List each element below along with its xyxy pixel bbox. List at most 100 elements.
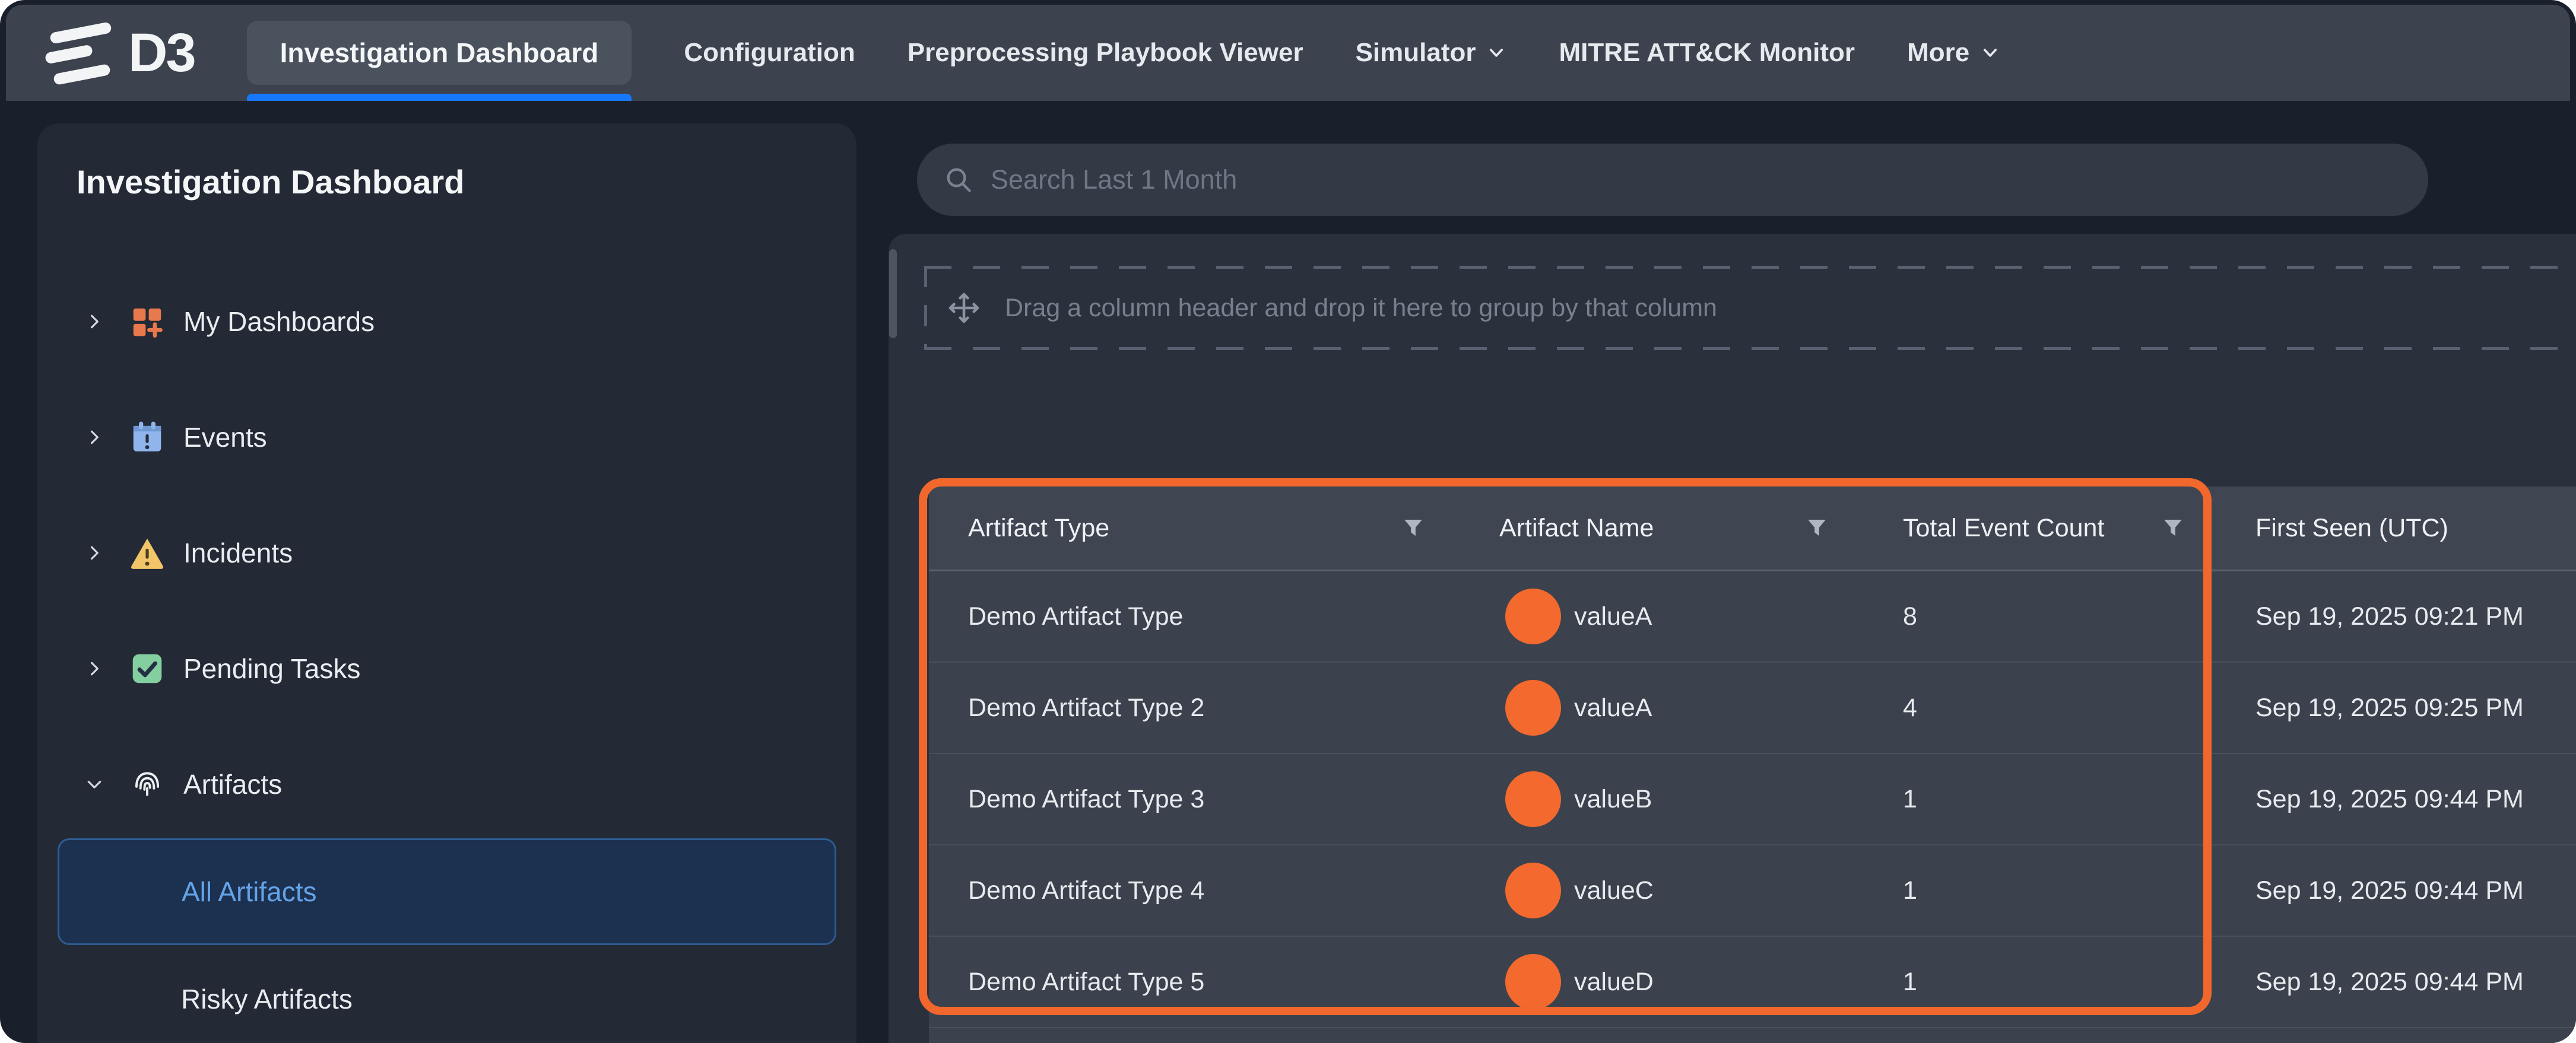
- search-input[interactable]: Search Last 1 Month: [917, 144, 2428, 216]
- filter-icon[interactable]: [1401, 516, 1426, 540]
- sidebar-subitem-label: Risky Artifacts: [181, 983, 353, 1015]
- tab-label: Preprocessing Playbook Viewer: [908, 38, 1303, 68]
- cell-first-seen: Sep 19, 2025 09:44 PM: [2220, 845, 2576, 936]
- tab-label: Investigation Dashboard: [247, 21, 632, 85]
- sidebar-item-label: My Dashboards: [183, 306, 375, 338]
- column-header-artifact-type[interactable]: Artifact Type: [929, 486, 1460, 570]
- chevron-down-icon: [1486, 43, 1506, 63]
- main-content-panel: Drag a column header and drop it here to…: [889, 234, 2576, 1043]
- table-row-partial[interactable]: [929, 1028, 2576, 1043]
- column-header-total-event-count[interactable]: Total Event Count: [1864, 486, 2220, 570]
- table-row[interactable]: Demo Artifact Type 2 valueA 4 Sep 19, 20…: [929, 663, 2576, 754]
- artifact-dot-icon: [1505, 680, 1561, 736]
- sidebar-title: Investigation Dashboard: [77, 163, 464, 201]
- cell-artifact-name: valueA: [1460, 571, 1864, 662]
- artifact-dot-icon: [1505, 771, 1561, 827]
- search-icon: [943, 164, 974, 195]
- tab-preprocessing-playbook-viewer[interactable]: Preprocessing Playbook Viewer: [908, 5, 1303, 101]
- cell-artifact-name: valueC: [1460, 845, 1864, 936]
- d3-logo-stripes-icon: [44, 20, 120, 85]
- cell-artifact-name: valueD: [1460, 937, 1864, 1027]
- cell-artifact-type: Demo Artifact Type 2: [929, 663, 1460, 753]
- table-row[interactable]: Demo Artifact Type 5 valueD 1 Sep 19, 20…: [929, 937, 2576, 1028]
- group-by-drop-zone[interactable]: Drag a column header and drop it here to…: [924, 266, 2576, 350]
- artifact-dot-icon: [1505, 863, 1561, 918]
- cell-artifact-type: Demo Artifact Type: [929, 571, 1460, 662]
- task-check-icon: [129, 650, 166, 687]
- artifact-dot-icon: [1505, 954, 1561, 1010]
- cell-artifact-name: valueB: [1460, 754, 1864, 844]
- sidebar-subitem-label: All Artifacts: [182, 876, 317, 908]
- sidebar-item-incidents[interactable]: Incidents: [37, 523, 856, 583]
- warning-triangle-icon: [129, 535, 166, 571]
- cell-first-seen: Sep 19, 2025 09:25 PM: [2220, 663, 2576, 753]
- sidebar-item-label: Incidents: [183, 537, 293, 569]
- sidebar-item-events[interactable]: Events: [37, 408, 856, 467]
- cell-artifact-type: Demo Artifact Type 4: [929, 845, 1460, 936]
- artifact-name-label: valueB: [1574, 785, 1652, 814]
- cell-artifact-type: Demo Artifact Type 5: [929, 937, 1460, 1027]
- artifact-name-label: valueA: [1574, 694, 1652, 723]
- fingerprint-icon: [129, 766, 166, 803]
- sidebar-item-pending-tasks[interactable]: Pending Tasks: [37, 639, 856, 698]
- chevron-right-icon[interactable]: [84, 311, 105, 332]
- column-header-first-seen[interactable]: First Seen (UTC): [2220, 486, 2576, 570]
- sidebar: Investigation Dashboard My Dashboards E: [37, 123, 856, 1043]
- d3-logo[interactable]: D3: [44, 20, 195, 85]
- chevron-right-icon[interactable]: [84, 542, 105, 564]
- column-header-label: Artifact Name: [1499, 514, 1654, 543]
- chevron-down-icon: [1980, 43, 2000, 63]
- top-navbar: D3 Investigation Dashboard Configuration…: [6, 5, 2570, 101]
- artifact-dot-icon: [1505, 589, 1561, 644]
- cell-artifact-name: valueA: [1460, 663, 1864, 753]
- cell-artifact-name: [1460, 1028, 1864, 1043]
- tab-mitre-attack-monitor[interactable]: MITRE ATT&CK Monitor: [1559, 5, 1855, 101]
- cell-first-seen: [2220, 1028, 2576, 1043]
- chevron-right-icon[interactable]: [84, 427, 105, 448]
- sidebar-subitem-all-artifacts[interactable]: All Artifacts: [58, 838, 836, 945]
- table-row[interactable]: Demo Artifact Type valueA 8 Sep 19, 2025…: [929, 571, 2576, 663]
- group-by-hint-text: Drag a column header and drop it here to…: [1005, 294, 1717, 323]
- move-icon: [947, 291, 981, 325]
- sidebar-item-artifacts[interactable]: Artifacts: [37, 755, 856, 814]
- sidebar-subitem-risky-artifacts[interactable]: Risky Artifacts: [181, 972, 353, 1026]
- cell-total-event-count: 1: [1864, 754, 2220, 844]
- tab-configuration[interactable]: Configuration: [684, 5, 855, 101]
- sidebar-item-label: Artifacts: [183, 768, 282, 800]
- sidebar-item-label: Pending Tasks: [183, 653, 360, 685]
- artifact-name-label: valueD: [1574, 968, 1654, 997]
- cell-total-event-count: 1: [1864, 845, 2220, 936]
- search-placeholder: Search Last 1 Month: [991, 164, 1237, 195]
- column-header-label: Artifact Type: [968, 514, 1109, 543]
- cell-total-event-count: 8: [1864, 571, 2220, 662]
- cell-first-seen: Sep 19, 2025 09:44 PM: [2220, 937, 2576, 1027]
- column-header-artifact-name[interactable]: Artifact Name: [1460, 486, 1864, 570]
- table-row[interactable]: Demo Artifact Type 4 valueC 1 Sep 19, 20…: [929, 845, 2576, 937]
- scrollbar-thumb[interactable]: [889, 249, 897, 338]
- tab-simulator[interactable]: Simulator: [1356, 5, 1507, 101]
- tab-more[interactable]: More: [1907, 5, 2000, 101]
- sidebar-item-my-dashboards[interactable]: My Dashboards: [37, 292, 856, 351]
- active-tab-underline: [247, 94, 632, 101]
- tab-investigation-dashboard[interactable]: Investigation Dashboard: [247, 5, 632, 101]
- dashboards-grid-icon: [129, 303, 166, 340]
- cell-total-event-count: 4: [1864, 663, 2220, 753]
- artifact-name-label: valueA: [1574, 602, 1652, 631]
- tab-label: MITRE ATT&CK Monitor: [1559, 38, 1855, 68]
- d3-logo-text: D3: [128, 26, 195, 80]
- chevron-right-icon[interactable]: [84, 658, 105, 679]
- filter-icon[interactable]: [2161, 516, 2185, 540]
- table-header-row: Artifact Type Artifact Name Total Event …: [929, 486, 2576, 571]
- chevron-down-icon[interactable]: [84, 774, 105, 795]
- cell-first-seen: Sep 19, 2025 09:21 PM: [2220, 571, 2576, 662]
- table-row[interactable]: Demo Artifact Type 3 valueB 1 Sep 19, 20…: [929, 754, 2576, 845]
- tab-label: Simulator: [1356, 38, 1476, 68]
- cell-first-seen: Sep 19, 2025 09:44 PM: [2220, 754, 2576, 844]
- tab-label: More: [1907, 38, 1969, 68]
- filter-icon[interactable]: [1804, 516, 1829, 540]
- sidebar-item-label: Events: [183, 421, 267, 453]
- column-header-label: Total Event Count: [1903, 514, 2104, 543]
- cell-artifact-type: [929, 1028, 1460, 1043]
- calendar-alert-icon: [129, 419, 166, 456]
- cell-total-event-count: 1: [1864, 937, 2220, 1027]
